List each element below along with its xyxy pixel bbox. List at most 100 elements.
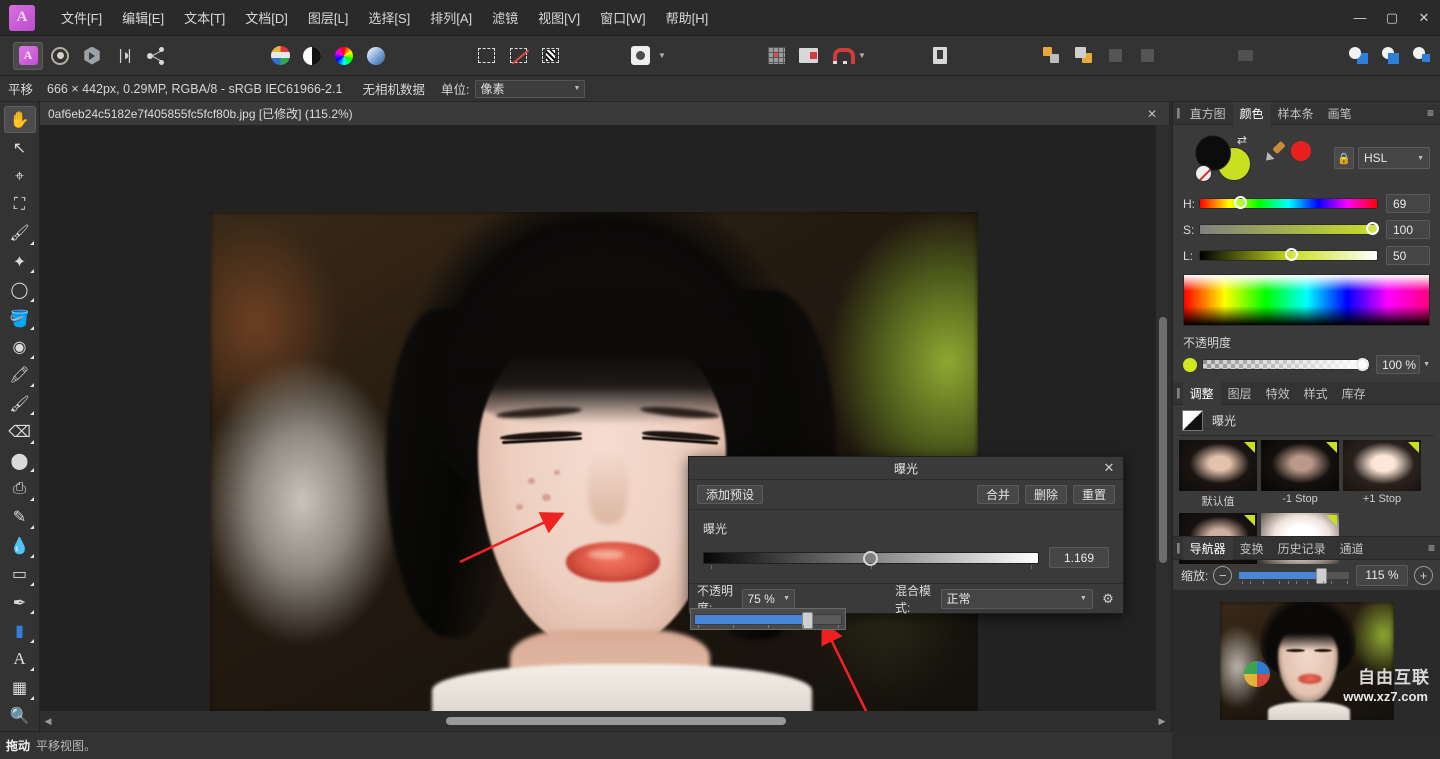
delete-icon[interactable] (925, 42, 955, 70)
tab-channels[interactable]: 通道 (1333, 537, 1371, 560)
tab-styles[interactable]: 样式 (1297, 382, 1335, 405)
horizontal-scroll-thumb[interactable] (446, 717, 786, 725)
panel-grip-icon[interactable]: ||| (1176, 542, 1180, 554)
canvas-area[interactable] (40, 125, 1170, 711)
zoom-out-button[interactable]: − (1213, 565, 1233, 585)
tab-close-icon[interactable]: ✕ (1143, 107, 1161, 121)
menu-filter[interactable]: 滤镜 (482, 3, 528, 32)
color-opacity-slider[interactable] (1202, 358, 1370, 371)
intersect-shape-icon[interactable] (1407, 42, 1437, 70)
dialog-title-bar[interactable]: 曝光 ✕ (689, 457, 1123, 480)
menu-file[interactable]: 文件[F] (51, 3, 112, 32)
unit-select[interactable]: 像素 ▼ (475, 79, 586, 98)
snapping-icon[interactable] (793, 42, 823, 70)
tab-transform[interactable]: 变换 (1233, 537, 1271, 560)
tab-layers[interactable]: 图层 (1221, 382, 1259, 405)
tab-effects[interactable]: 特效 (1259, 382, 1297, 405)
gear-icon[interactable]: ⚙ (1101, 590, 1115, 608)
menu-layer[interactable]: 图层[L] (298, 3, 358, 32)
lightness-slider-knob[interactable] (1284, 248, 1298, 261)
opacity-slider-popup[interactable] (690, 608, 846, 630)
dodge-burn-tool[interactable]: ⬤ (4, 447, 36, 474)
minimize-button[interactable]: — (1344, 0, 1376, 36)
healing-brush-tool[interactable]: ✎ (4, 504, 36, 531)
magic-wand-tool[interactable]: ✦ (4, 248, 36, 275)
recent-color-swatch[interactable] (1291, 141, 1311, 161)
text-tool[interactable]: A (4, 646, 36, 673)
saturation-slider-knob[interactable] (1366, 222, 1380, 235)
zoom-value-field[interactable]: 115 % (1356, 564, 1408, 586)
patch-tool[interactable]: ▭ (4, 561, 36, 588)
blend-mode-select[interactable]: 正常 ▼ (940, 588, 1093, 609)
color-mode-select[interactable]: HSL ▼ (1358, 147, 1430, 169)
menu-edit[interactable]: 编辑[E] (112, 3, 174, 32)
mask-dropdown-icon[interactable]: ▼ (656, 43, 668, 69)
tab-stock[interactable]: 库存 (1335, 382, 1373, 405)
navigator-panel-menu-icon[interactable]: ≡ (1422, 541, 1440, 555)
tab-color[interactable]: 颜色 (1232, 101, 1271, 125)
align-v-icon[interactable] (1133, 42, 1163, 70)
menu-view[interactable]: 视图[V] (528, 3, 590, 32)
channels-icon[interactable] (265, 42, 295, 70)
pen-tool[interactable]: ✒ (4, 589, 36, 616)
current-adjustment-row[interactable]: 曝光 (1173, 405, 1440, 435)
lasso-tool[interactable]: ◯ (4, 276, 36, 303)
panel-grip-icon[interactable]: ||| (1176, 387, 1180, 399)
photo-persona-icon[interactable]: A (13, 41, 43, 70)
exposure-value-field[interactable]: 1.169 (1049, 547, 1109, 568)
canvas-vertical-scrollbar[interactable] (1156, 125, 1170, 711)
preset-item[interactable]: -1 Stop (1261, 440, 1339, 509)
liquify-persona-icon[interactable] (45, 42, 75, 70)
menu-document[interactable]: 文档[D] (235, 3, 298, 32)
subtract-shape-icon[interactable] (1375, 42, 1405, 70)
color-replace-tool[interactable]: ◉ (4, 333, 36, 360)
tone-mapping-icon[interactable]: |◑| (109, 42, 139, 70)
canvas-horizontal-scrollbar[interactable]: ◀ ▶ (40, 711, 1170, 731)
chevron-down-icon[interactable]: ▼ (1080, 595, 1087, 602)
hue-slider-knob[interactable] (1233, 196, 1247, 209)
navigator-preview[interactable] (1173, 590, 1440, 731)
align-h-icon[interactable] (1101, 42, 1131, 70)
document-tab[interactable]: 0af6eb24c5182e7f405855fc5fcf80b.jpg [已修改… (40, 102, 1170, 125)
paint-brush-tool[interactable]: 🖍 (4, 362, 36, 389)
eyedropper-icon[interactable] (1262, 140, 1286, 165)
preset-item[interactable]: +1 Stop (1343, 440, 1421, 509)
move-tool[interactable]: ↖ (4, 134, 36, 161)
menu-text[interactable]: 文本[T] (174, 3, 235, 32)
lightness-slider[interactable] (1199, 248, 1378, 261)
scroll-left-arrow-icon[interactable]: ◀ (40, 716, 56, 727)
reset-button[interactable]: 重置 (1072, 485, 1115, 504)
dialog-opacity-select[interactable]: 75 % ▼ (742, 588, 796, 609)
tab-navigator[interactable]: 导航器 (1182, 536, 1233, 560)
tab-histogram[interactable]: 直方图 (1183, 102, 1233, 125)
menu-select[interactable]: 选择[S] (358, 3, 420, 32)
menu-window[interactable]: 窗口[W] (590, 3, 656, 32)
develop-persona-icon[interactable] (77, 42, 107, 70)
menu-arrange[interactable]: 排列[A] (420, 3, 482, 32)
magnet-icon[interactable] (825, 42, 855, 70)
smudge-tool[interactable]: 🖌 (4, 390, 36, 417)
tab-brushes[interactable]: 画笔 (1321, 102, 1359, 125)
color-picker-tool[interactable]: ⌖ (4, 163, 36, 190)
menu-help[interactable]: 帮助[H] (656, 3, 719, 32)
magnet-dropdown-icon[interactable]: ▼ (856, 43, 868, 69)
flood-fill-tool[interactable]: 🪣 (4, 305, 36, 332)
exposure-slider-knob[interactable] (863, 550, 878, 566)
tab-history[interactable]: 历史记录 (1271, 537, 1333, 560)
marquee-icon[interactable] (471, 42, 501, 70)
blur-tool[interactable]: 💧 (4, 532, 36, 559)
move-back-icon[interactable] (1069, 42, 1099, 70)
lock-icon[interactable]: 🔒 (1334, 147, 1354, 169)
color-wheel-icon[interactable] (329, 42, 359, 70)
deselect-icon[interactable] (503, 42, 533, 70)
clone-stamp-tool[interactable]: ⎙ (4, 475, 36, 502)
tab-adjustments[interactable]: 调整 (1182, 381, 1221, 405)
opacity-popup-track[interactable] (694, 611, 842, 629)
eraser-tool[interactable]: ⌫ (4, 418, 36, 445)
exposure-slider[interactable] (703, 550, 1039, 569)
color-spectrum[interactable] (1183, 274, 1430, 326)
saturation-slider[interactable] (1199, 222, 1380, 235)
color-opacity-knob[interactable] (1356, 358, 1370, 371)
merge-button[interactable]: 合并 (976, 485, 1019, 504)
add-preset-button[interactable]: 添加预设 (697, 485, 764, 504)
